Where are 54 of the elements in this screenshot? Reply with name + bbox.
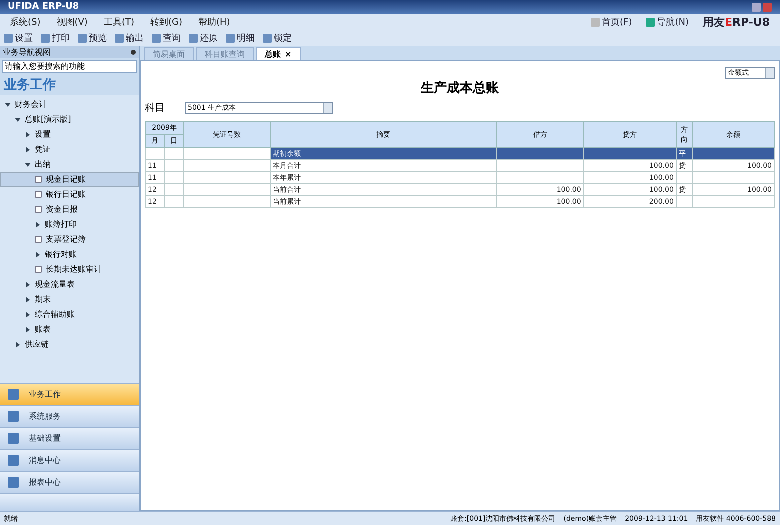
nav-section-button[interactable]: 消息中心 bbox=[0, 449, 139, 471]
nav-link[interactable]: 首页(F) bbox=[591, 16, 632, 28]
nav-section-button[interactable]: 业务工作 bbox=[0, 383, 139, 405]
close-tab-button[interactable]: × bbox=[285, 50, 292, 58]
nav-section-button[interactable]: 基础设置 bbox=[0, 427, 139, 449]
tree-item[interactable]: 综合辅助账 bbox=[0, 307, 139, 322]
tab[interactable]: 总账 × bbox=[256, 47, 301, 60]
nav-link[interactable]: 导航(N) bbox=[646, 16, 689, 28]
tree-item[interactable]: 供应链 bbox=[0, 337, 139, 352]
tree-item[interactable]: 支票登记簿 bbox=[0, 232, 139, 247]
collapsed-arrow-icon bbox=[35, 222, 41, 228]
tree-item[interactable]: 总账[演示版] bbox=[0, 112, 139, 127]
document-icon bbox=[35, 236, 42, 243]
report-title: 生产成本总账 bbox=[420, 80, 500, 97]
tree-item[interactable]: 期末 bbox=[0, 292, 139, 307]
toolbar-button[interactable]: 打印 bbox=[41, 32, 70, 44]
toolbar-button[interactable]: 预览 bbox=[78, 32, 107, 44]
subject-label: 科目 bbox=[145, 102, 165, 115]
menu-item[interactable]: 系统(S) bbox=[10, 16, 41, 28]
tree-item[interactable]: 现金流量表 bbox=[0, 277, 139, 292]
document-icon bbox=[35, 206, 42, 213]
toolbar-button[interactable]: 输出 bbox=[115, 32, 144, 44]
section-heading: 业务工作 bbox=[3, 77, 57, 95]
tree-item[interactable]: 账簿打印 bbox=[0, 217, 139, 232]
tree-item[interactable]: 设置 bbox=[0, 127, 139, 142]
toolbar-button[interactable]: 查询 bbox=[152, 32, 181, 44]
brand-logo: 用友ERP-U8 bbox=[702, 14, 770, 30]
pin-icon[interactable] bbox=[131, 50, 136, 54]
document-icon bbox=[35, 176, 42, 183]
toolbar-button[interactable]: 锁定 bbox=[263, 32, 292, 44]
tree-item[interactable]: 出纳 bbox=[0, 157, 139, 172]
tree-item[interactable]: 账表 bbox=[0, 322, 139, 337]
tree-item[interactable]: 财务会计 bbox=[0, 97, 139, 112]
tree-item[interactable]: 现金日记账 bbox=[0, 172, 139, 187]
toolbar-button[interactable]: 明细 bbox=[226, 32, 255, 44]
tree-item[interactable]: 银行对账 bbox=[0, 247, 139, 262]
tree-item[interactable]: 凭证 bbox=[0, 142, 139, 157]
tree-item[interactable]: 银行日记账 bbox=[0, 187, 139, 202]
collapsed-arrow-icon bbox=[35, 252, 41, 258]
search-field[interactable]: 请输入您要搜索的功能 bbox=[2, 60, 137, 73]
document-icon bbox=[35, 191, 42, 198]
menu-item[interactable]: 转到(G) bbox=[150, 16, 182, 28]
panel-title: 业务导航视图 bbox=[3, 46, 51, 58]
window-title: UFIDA ERP-U8 bbox=[8, 2, 80, 12]
menu-item[interactable]: 帮助(H) bbox=[198, 16, 230, 28]
tree-item[interactable]: 长期未达账审计 bbox=[0, 262, 139, 277]
tree-item[interactable]: 资金日报 bbox=[0, 202, 139, 217]
document-icon bbox=[35, 266, 42, 273]
menu-item[interactable]: 视图(V) bbox=[56, 16, 88, 28]
toolbar-button[interactable]: 还原 bbox=[189, 32, 218, 44]
nav-section-button[interactable]: 系统服务 bbox=[0, 405, 139, 427]
toolbar-button[interactable]: 设置 bbox=[4, 32, 33, 44]
menu-item[interactable]: 工具(T) bbox=[104, 16, 134, 28]
nav-section-button[interactable]: 报表中心 bbox=[0, 471, 139, 493]
